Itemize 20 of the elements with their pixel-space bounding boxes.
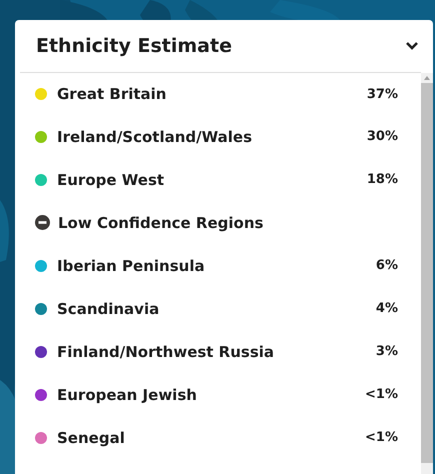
region-percent: <1%	[365, 430, 398, 445]
region-percent: 6%	[376, 258, 398, 273]
region-name[interactable]: Scandinavia	[57, 300, 376, 318]
chevron-icon	[405, 41, 419, 51]
group-heading: Low Confidence Regions	[58, 214, 264, 232]
region-name[interactable]: Senegal	[57, 428, 366, 446]
region-percent: <1%	[365, 387, 398, 402]
region-percent: 3%	[376, 344, 398, 359]
region-name[interactable]: Iberian Peninsula	[57, 256, 376, 274]
region-name[interactable]: Finland/Northwest Russia	[57, 342, 376, 360]
region-name[interactable]: European Jewish	[57, 386, 366, 404]
region-percent: 30%	[366, 129, 398, 144]
region-percent: 18%	[366, 172, 398, 187]
region-name[interactable]: Great Britain	[57, 85, 367, 103]
region-name[interactable]: Europe West	[57, 170, 367, 188]
region-name[interactable]: Ireland/Scotland/Wales	[57, 128, 367, 146]
minus-circle-icon	[35, 215, 50, 230]
region-percent: 37%	[366, 86, 398, 102]
panel-title: Ethnicity Estimate	[36, 35, 232, 57]
region-percent: 4%	[376, 301, 398, 316]
